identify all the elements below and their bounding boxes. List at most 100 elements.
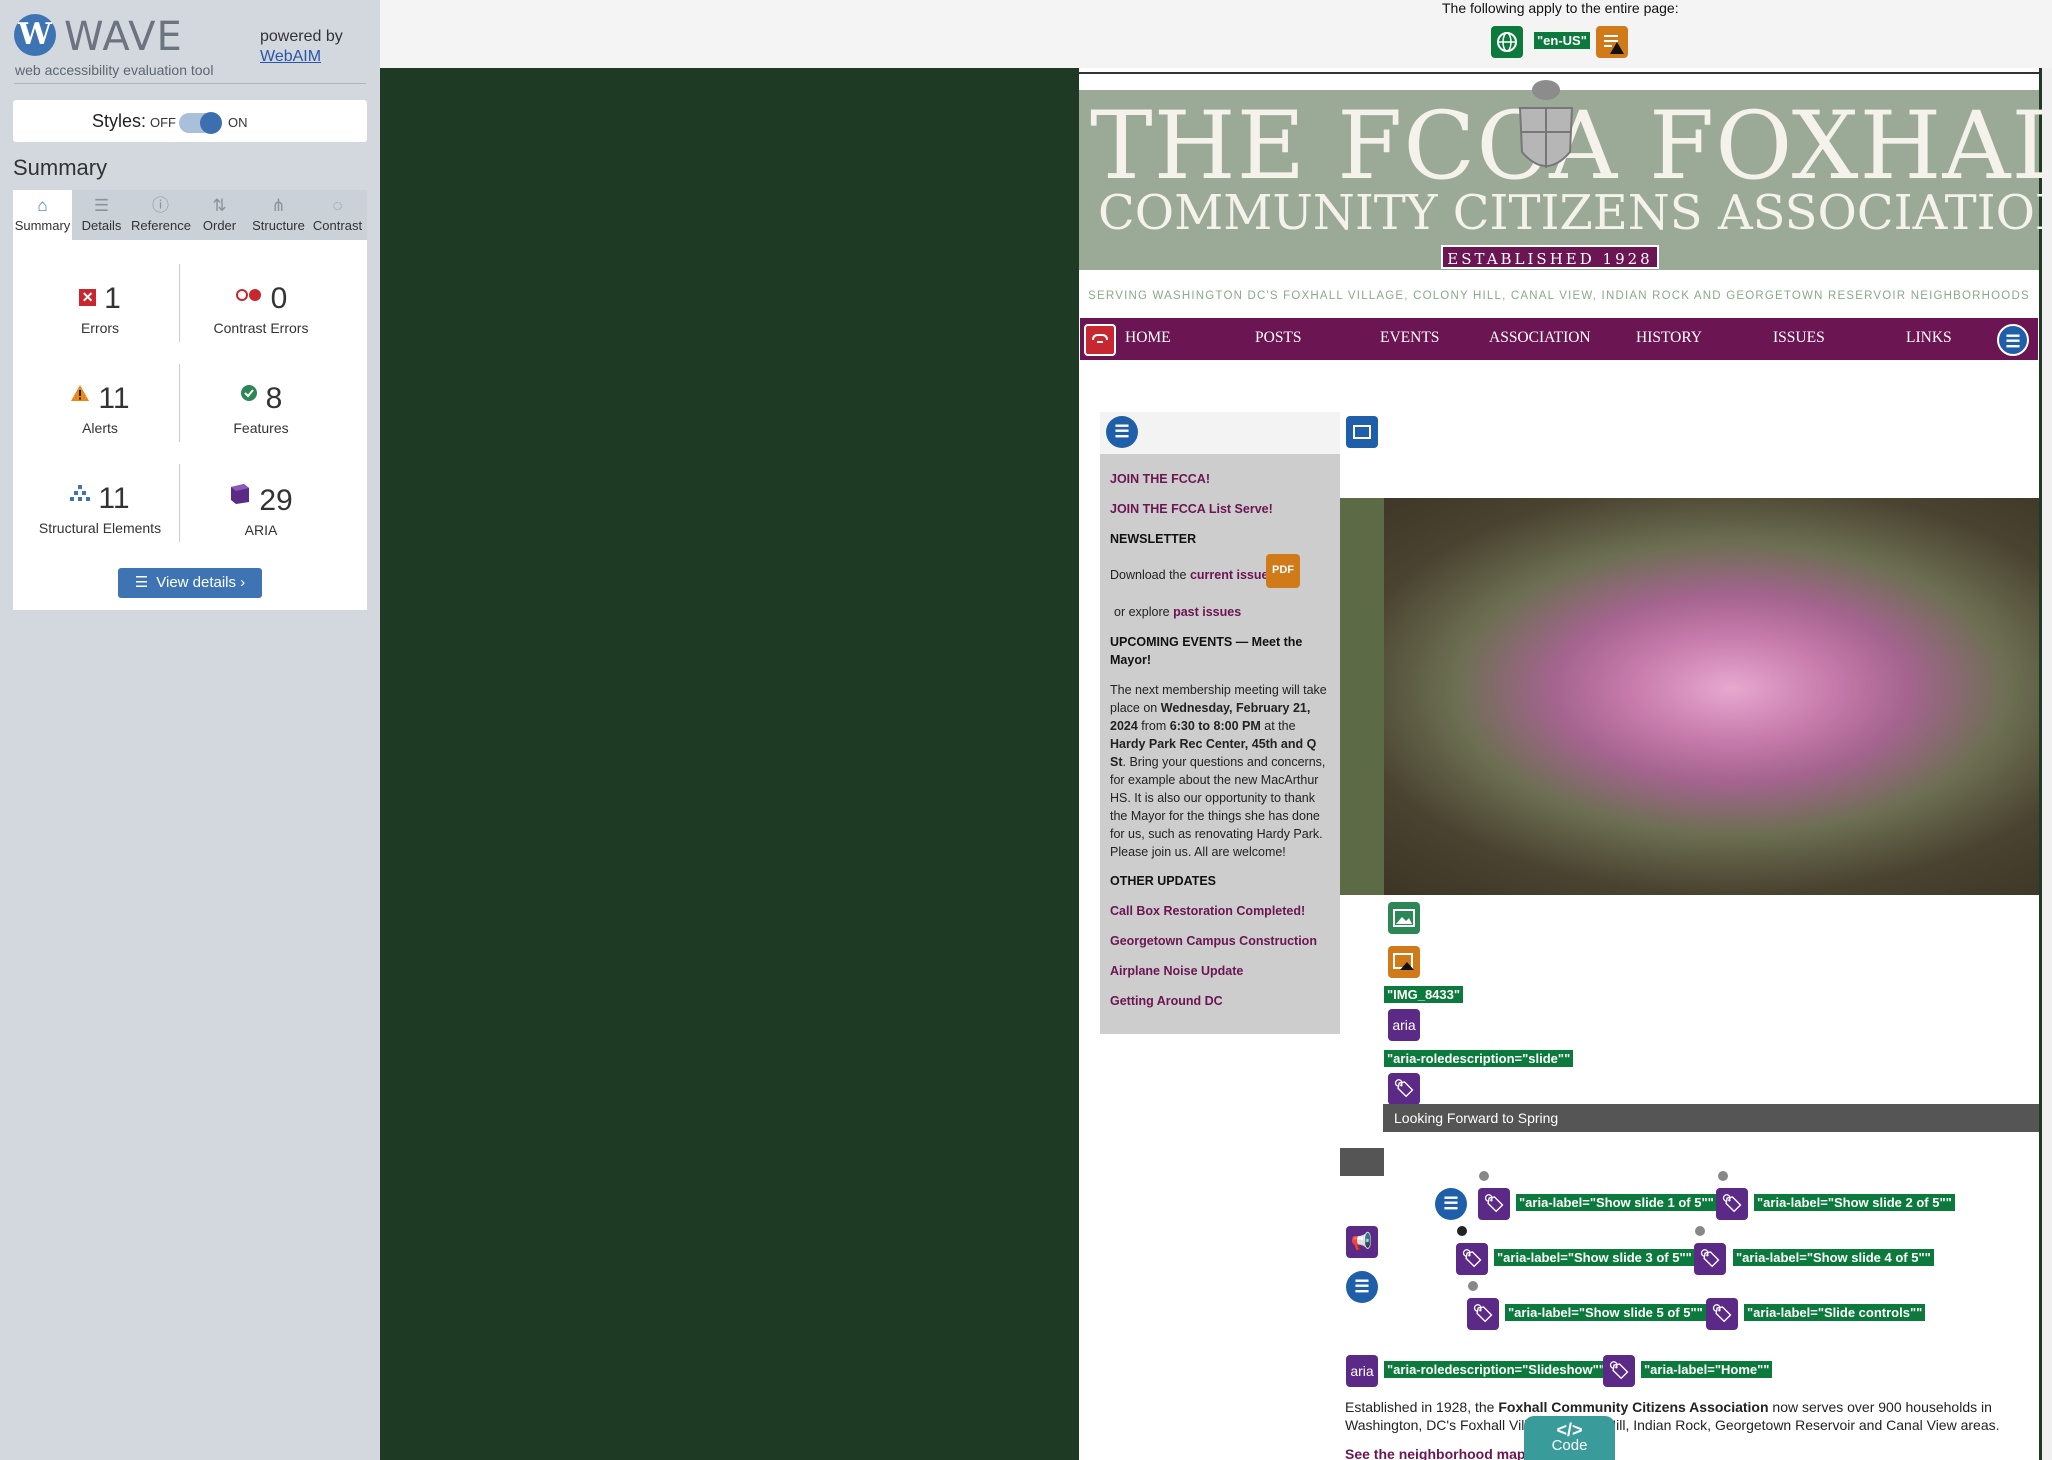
- styles-toggle-knob[interactable]: [200, 112, 222, 134]
- styles-on-label: ON: [228, 115, 248, 130]
- slide-dot[interactable]: [1718, 1171, 1728, 1181]
- slide-caption: Looking Forward to Spring: [1394, 1110, 1559, 1126]
- aria-stat[interactable]: 29 ARIA: [176, 482, 346, 538]
- styles-off-label: OFF: [150, 115, 176, 130]
- join-link[interactable]: JOIN THE FCCA!: [1110, 472, 1210, 486]
- slide-photo-edge: [1340, 498, 1384, 895]
- tab-contrast[interactable]: ◌ Contrast: [308, 190, 367, 240]
- serving-tagline: SERVING WASHINGTON DC'S FOXHALL VILLAGE,…: [1088, 290, 2030, 302]
- slide-dot[interactable]: [1468, 1281, 1478, 1291]
- aria-label-icon[interactable]: 🏷: [1478, 1188, 1510, 1220]
- other-updates-heading: OTHER UPDATES: [1110, 874, 1217, 888]
- aria-label-icon[interactable]: 🏷: [1456, 1243, 1488, 1275]
- slide-photo: [1340, 498, 2039, 895]
- update-link[interactable]: Call Box Restoration Completed!: [1110, 904, 1305, 918]
- image-alert-icon[interactable]: [1388, 946, 1420, 978]
- tab-reference[interactable]: ⓘ Reference: [131, 190, 191, 240]
- aria-label-tag: "aria-label="Show slide 5 of 5"": [1505, 1304, 1706, 1321]
- intro-paragraph: Established in 1928, the Foxhall Communi…: [1345, 1399, 2000, 1433]
- slide-dot[interactable]: [1479, 1171, 1489, 1181]
- order-icon: ⇅: [212, 196, 227, 215]
- alt-text-icon[interactable]: [1388, 902, 1420, 934]
- nav-posts[interactable]: POSTS: [1255, 329, 1302, 347]
- nav-issues[interactable]: ISSUES: [1773, 329, 1825, 347]
- aria-label-tag: "aria-label="Show slide 2 of 5"": [1754, 1194, 1955, 1211]
- wave-subtitle: web accessibility evaluation tool: [15, 62, 214, 78]
- slide-dot[interactable]: [1695, 1226, 1705, 1236]
- list-structure-icon[interactable]: ☰: [1997, 324, 2029, 356]
- errors-stat[interactable]: ✕ 1 Errors: [15, 282, 185, 336]
- aria-label-icon[interactable]: 🏷: [1388, 1073, 1420, 1105]
- error-icon: ✕: [79, 289, 97, 306]
- neighborhood-map-link[interactable]: See the neighborhood map: [1345, 1446, 1525, 1460]
- aria-label-tag: "aria-label="Show slide 1 of 5"": [1516, 1194, 1717, 1211]
- webaim-link[interactable]: WebAIM: [260, 48, 321, 66]
- page-level-note: The following apply to the entire page:: [1442, 0, 1679, 16]
- tab-structure[interactable]: ⋔ Structure: [249, 190, 308, 240]
- aria-roledescription-tag: "aria-roledescription="Slideshow"": [1384, 1361, 1608, 1378]
- nav-links[interactable]: LINKS: [1906, 329, 1952, 347]
- contrast-errors-stat[interactable]: 0 Contrast Errors: [176, 282, 346, 336]
- nav-home[interactable]: HOME: [1125, 329, 1171, 347]
- tab-summary[interactable]: ⌂ Summary: [13, 190, 72, 240]
- update-link[interactable]: Airplane Noise Update: [1110, 964, 1243, 978]
- slide-prev-control[interactable]: [1340, 1148, 1384, 1176]
- aria-label-tag: "aria-label="Show slide 3 of 5"": [1494, 1249, 1695, 1266]
- aside-structure-icon[interactable]: [1346, 416, 1378, 448]
- tab-details[interactable]: ☰ Details: [72, 190, 131, 240]
- error-link-icon[interactable]: [1084, 324, 1116, 356]
- nav-history[interactable]: HISTORY: [1636, 329, 1702, 347]
- alerts-stat[interactable]: 11 Alerts: [15, 382, 185, 436]
- aria-label-icon[interactable]: 🏷: [1694, 1243, 1726, 1275]
- pdf-alert-icon[interactable]: PDF: [1266, 554, 1300, 588]
- features-stat[interactable]: 8 Features: [176, 382, 346, 436]
- update-link[interactable]: Georgetown Campus Construction: [1110, 934, 1317, 948]
- alert-icon: [70, 384, 90, 407]
- upcoming-events-heading: UPCOMING EVENTS — Meet the Mayor!: [1110, 635, 1303, 667]
- feature-check-icon: [240, 384, 258, 407]
- list-structure-icon[interactable]: ☰: [1346, 1271, 1378, 1303]
- current-issue-link[interactable]: current issue: [1190, 568, 1269, 582]
- contrast-icon: ◌: [332, 196, 343, 215]
- styles-label: Styles:: [92, 111, 147, 131]
- structure-icon: ⋔: [271, 196, 286, 215]
- alt-text-tag: "IMG_8433": [1384, 986, 1464, 1003]
- tab-order[interactable]: ⇅ Order: [190, 190, 249, 240]
- nav-events[interactable]: EVENTS: [1380, 329, 1439, 347]
- powered-by-label: powered by: [260, 28, 343, 45]
- slide-dot-active[interactable]: [1457, 1226, 1467, 1236]
- download-text: Download the current issue: [1110, 568, 1269, 582]
- list-structure-icon[interactable]: ☰: [1435, 1188, 1467, 1220]
- code-panel-button[interactable]: </> Code: [1524, 1416, 1615, 1460]
- alert-noscript-icon[interactable]: [1596, 26, 1628, 58]
- language-tag: "en-US": [1534, 32, 1590, 49]
- list-structure-icon[interactable]: ☰: [1106, 416, 1138, 448]
- info-icon: ⓘ: [152, 196, 169, 215]
- join-list-link[interactable]: JOIN THE FCCA List Serve!: [1110, 502, 1273, 516]
- divider: [14, 83, 366, 84]
- nav-association[interactable]: ASSOCIATION: [1489, 329, 1591, 347]
- view-details-button[interactable]: ☰ View details ›: [118, 568, 262, 598]
- aria-icon[interactable]: aria: [1346, 1355, 1378, 1387]
- aria-label-tag: "aria-label="Slide controls"": [1744, 1304, 1926, 1321]
- contrast-error-icon: [235, 288, 263, 307]
- aria-roledescription-tag: "aria-roledescription="slide"": [1384, 1050, 1574, 1067]
- update-link[interactable]: Getting Around DC: [1110, 994, 1223, 1008]
- aria-label-icon[interactable]: 🏷: [1467, 1298, 1499, 1330]
- aria-live-icon[interactable]: 📢: [1346, 1226, 1378, 1258]
- aria-label-icon[interactable]: 🏷: [1716, 1188, 1748, 1220]
- past-issues-link[interactable]: past issues: [1173, 605, 1241, 619]
- page-scrollbar[interactable]: [2042, 68, 2052, 1460]
- banner-subtitle: COMMUNITY CITIZENS ASSOCIATION: [1098, 185, 2052, 241]
- aria-icon[interactable]: aria: [1388, 1009, 1420, 1041]
- aria-label-icon[interactable]: 🏷: [1706, 1298, 1738, 1330]
- aria-label-icon[interactable]: 🏷: [1603, 1355, 1635, 1387]
- newsletter-heading: NEWSLETTER: [1110, 532, 1197, 546]
- aria-cube-icon: [229, 482, 251, 509]
- home-icon: ⌂: [37, 196, 48, 215]
- list-icon: ☰: [134, 574, 149, 591]
- structure-icon: [70, 484, 91, 507]
- wave-logo-icon[interactable]: W: [14, 14, 56, 56]
- structural-stat[interactable]: 11 Structural Elements: [15, 482, 185, 536]
- language-icon[interactable]: [1491, 26, 1523, 58]
